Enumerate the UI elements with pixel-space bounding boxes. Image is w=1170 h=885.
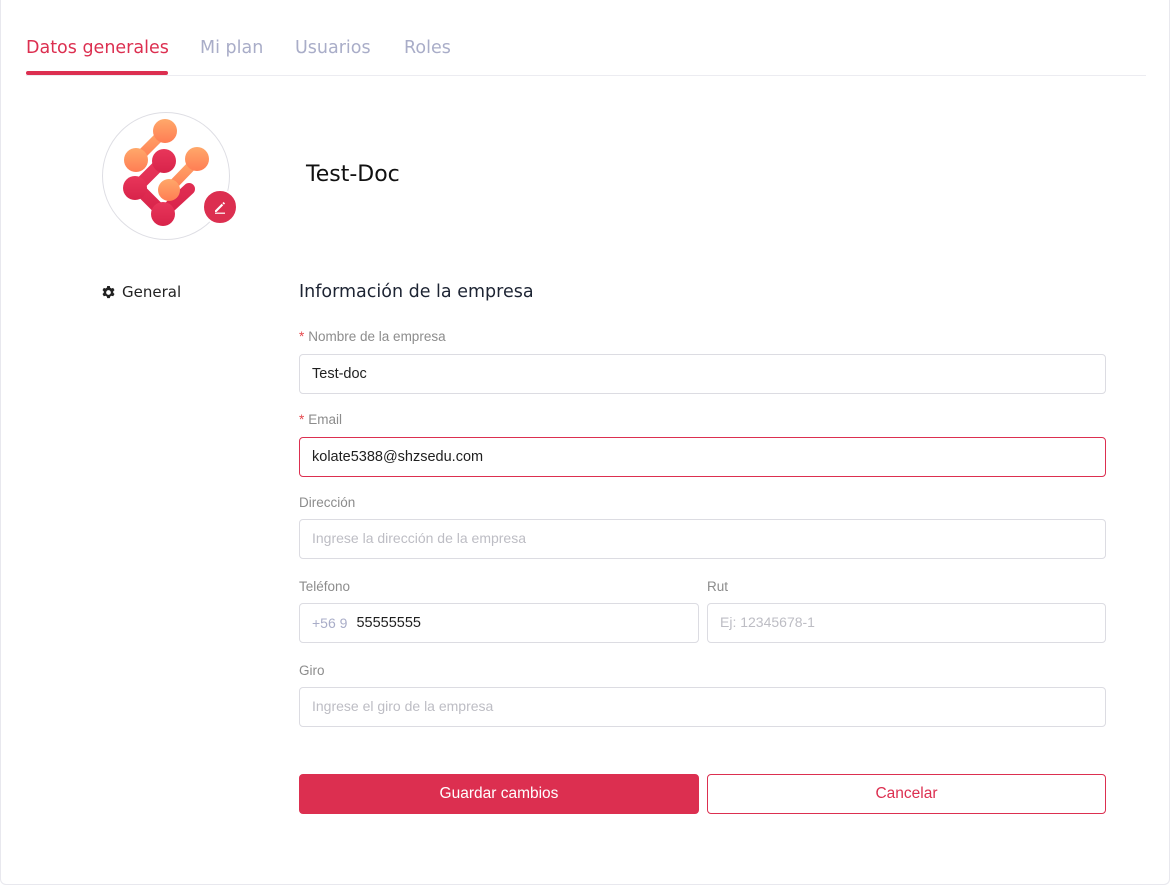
giro-input[interactable]	[312, 688, 1105, 726]
pencil-icon	[215, 202, 225, 214]
active-tab-indicator	[26, 71, 168, 75]
section-title: Información de la empresa	[299, 282, 534, 302]
email-field[interactable]	[299, 437, 1106, 477]
rut-label: Rut	[707, 579, 729, 594]
phone-input[interactable]	[356, 604, 698, 642]
sidebar-item-general[interactable]: General	[101, 283, 181, 301]
company-name-heading: Test-Doc	[306, 162, 400, 187]
cancel-button[interactable]: Cancelar	[707, 774, 1106, 814]
address-label: Dirección	[299, 495, 356, 510]
required-mark: *	[299, 329, 305, 344]
company-name-input[interactable]	[312, 355, 1105, 393]
company-name-field[interactable]	[299, 354, 1106, 394]
phone-label: Teléfono	[299, 579, 351, 594]
giro-label: Giro	[299, 663, 325, 678]
sidebar-item-label: General	[122, 283, 182, 301]
email-label: * Email	[299, 412, 343, 427]
email-input[interactable]	[312, 438, 1105, 476]
edit-logo-button[interactable]	[202, 189, 238, 225]
phone-field[interactable]: +56 9	[299, 603, 699, 643]
tab-usuarios[interactable]: Usuarios	[295, 38, 371, 58]
rut-input[interactable]	[720, 604, 1105, 642]
tab-mi-plan[interactable]: Mi plan	[200, 38, 263, 58]
tab-bar: Datos generales Mi plan Usuarios Roles	[26, 0, 1146, 76]
required-mark: *	[299, 412, 305, 427]
giro-field[interactable]	[299, 687, 1106, 727]
phone-prefix: +56 9	[312, 615, 348, 631]
tab-datos-generales[interactable]: Datos generales	[26, 38, 169, 58]
address-input[interactable]	[312, 520, 1105, 558]
company-name-label: * Nombre de la empresa	[299, 329, 446, 344]
address-field[interactable]	[299, 519, 1106, 559]
save-button[interactable]: Guardar cambios	[299, 774, 699, 814]
gear-icon	[102, 285, 115, 298]
rut-field[interactable]	[707, 603, 1106, 643]
tab-roles[interactable]: Roles	[404, 38, 451, 58]
